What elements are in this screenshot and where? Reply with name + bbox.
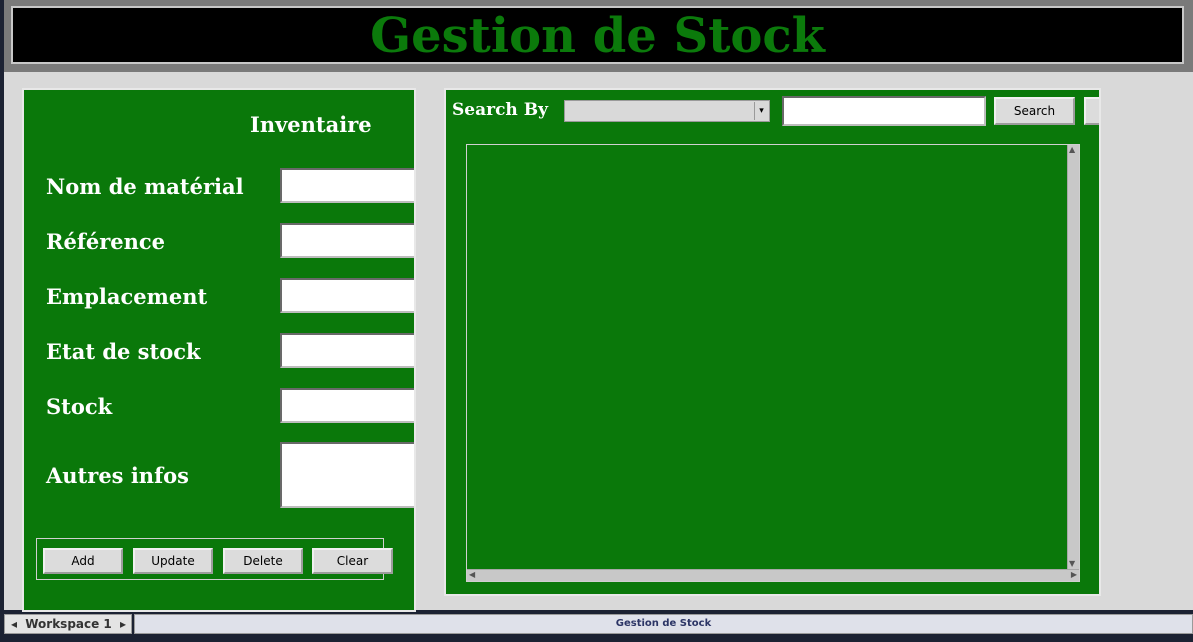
search-input[interactable] (782, 96, 986, 126)
results-table[interactable]: ▲ ▼ ◀ ▶ (466, 144, 1080, 582)
title-banner-inner: Gestion de Stock (11, 6, 1184, 64)
search-by-combobox[interactable]: ▾ (564, 100, 770, 122)
add-button[interactable]: Add (43, 548, 123, 574)
emplacement-label: Emplacement (46, 284, 208, 309)
form-heading: Inventaire (250, 112, 372, 137)
workspace-label: Workspace 1 (25, 617, 112, 631)
next-workspace-icon[interactable]: ▸ (120, 617, 126, 631)
update-button[interactable]: Update (133, 548, 213, 574)
search-results-panel: Search By ▾ Search S ▲ ▼ ◀ ▶ (444, 88, 1101, 596)
scroll-up-icon[interactable]: ▲ (1069, 145, 1075, 155)
reference-input[interactable] (280, 223, 414, 258)
etat-label: Etat de stock (46, 339, 201, 364)
app-title: Gestion de Stock (370, 8, 825, 64)
etat-input[interactable] (280, 333, 414, 368)
delete-button[interactable]: Delete (223, 548, 303, 574)
scroll-left-icon[interactable]: ◀ (469, 570, 475, 580)
emplacement-input[interactable] (280, 278, 414, 313)
clear-button[interactable]: Clear (312, 548, 393, 574)
vertical-scrollbar[interactable]: ▲ ▼ (1067, 145, 1079, 569)
autres-textarea[interactable] (280, 442, 414, 508)
scroll-down-icon[interactable]: ▼ (1069, 559, 1075, 569)
inventory-form-panel: Inventaire Nom de matérial Référence Emp… (22, 88, 416, 612)
title-banner: Gestion de Stock (4, 0, 1193, 72)
button-frame: Add Update Delete Clear (36, 538, 393, 580)
chevron-down-icon[interactable]: ▾ (754, 102, 768, 120)
app-window: Gestion de Stock Inventaire Nom de matér… (4, 0, 1193, 612)
stock-label: Stock (46, 394, 113, 419)
prev-workspace-icon[interactable]: ◂ (11, 617, 17, 631)
stock-input[interactable] (280, 388, 414, 423)
taskbar-window-button[interactable]: Gestion de Stock (134, 614, 1193, 634)
task-title: Gestion de Stock (615, 618, 712, 629)
search-by-label: Search By (452, 100, 548, 120)
search-button[interactable]: Search (994, 97, 1075, 125)
show-all-button[interactable]: S (1084, 97, 1099, 125)
horizontal-scrollbar[interactable]: ◀ ▶ (467, 569, 1079, 581)
taskbar: ◂ Workspace 1 ▸ Gestion de Stock (0, 612, 1193, 642)
nom-input[interactable] (280, 168, 414, 203)
nom-label: Nom de matérial (46, 174, 244, 199)
workspace-switcher[interactable]: ◂ Workspace 1 ▸ (4, 614, 132, 634)
scroll-right-icon[interactable]: ▶ (1071, 570, 1077, 580)
reference-label: Référence (46, 229, 166, 254)
autres-label: Autres infos (46, 463, 189, 488)
